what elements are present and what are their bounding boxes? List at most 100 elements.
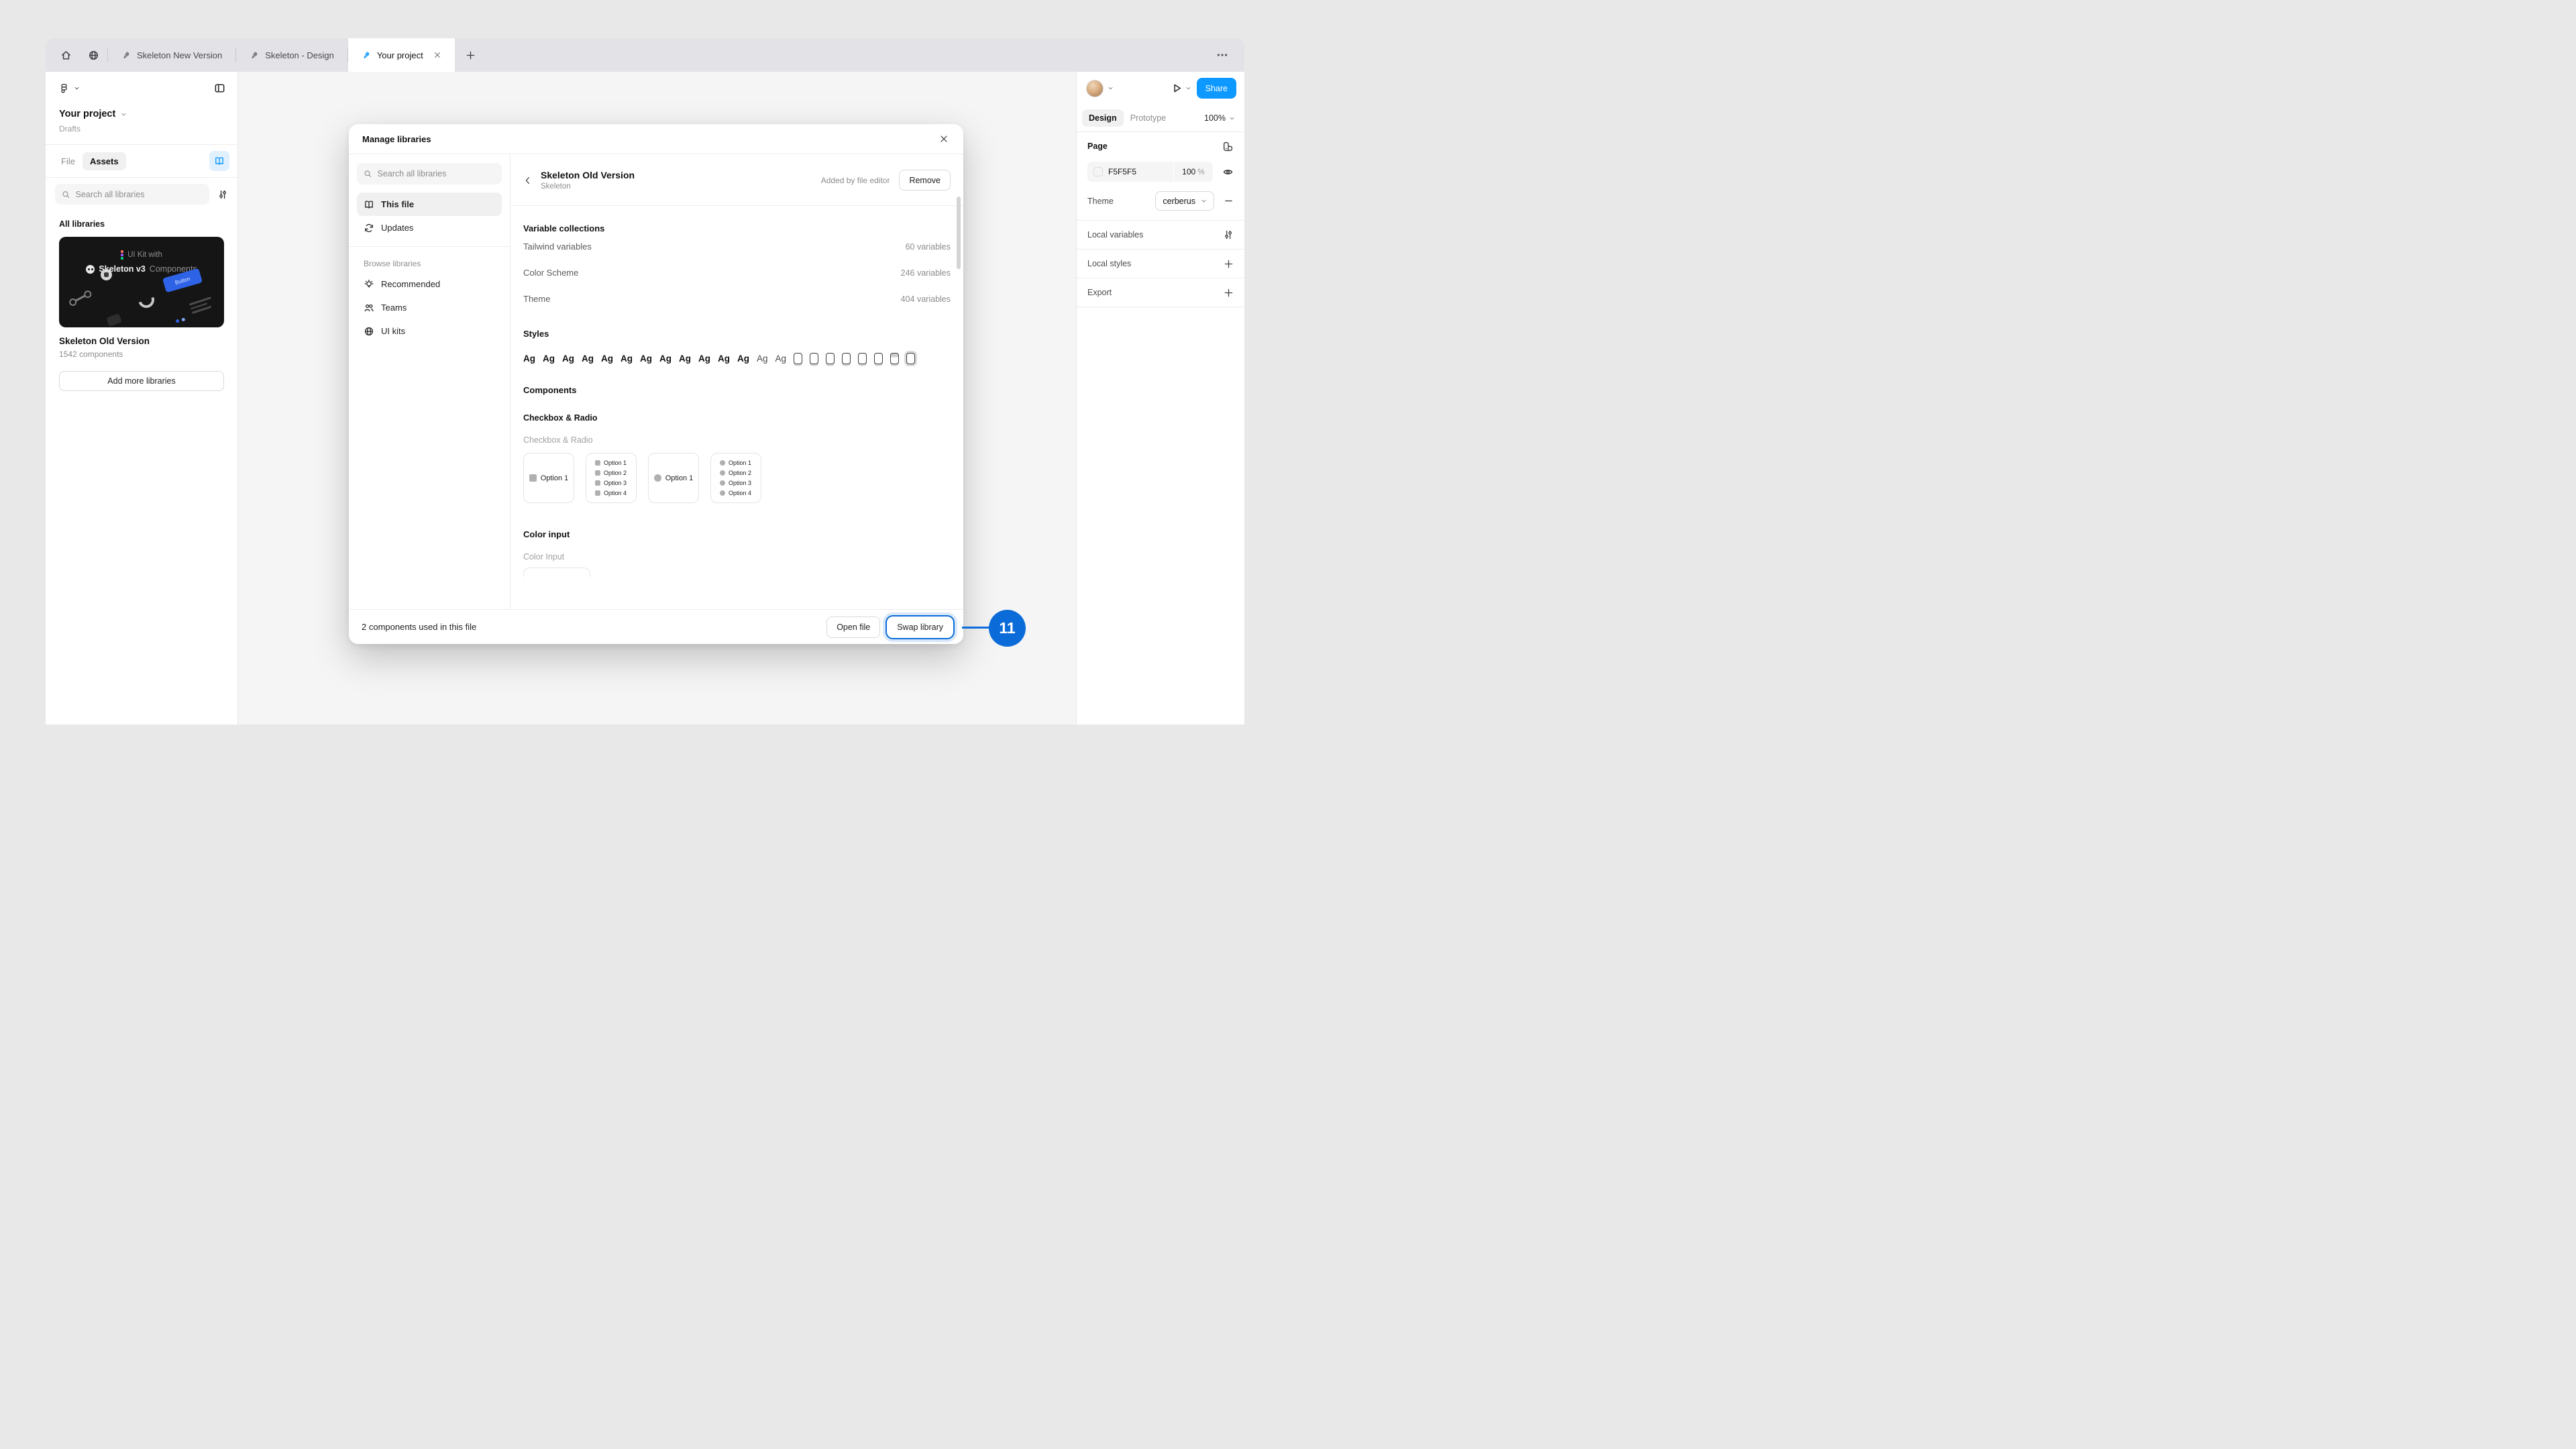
home-button[interactable] — [46, 38, 80, 72]
window-more-button[interactable] — [1200, 38, 1244, 72]
library-search-field[interactable] — [55, 184, 209, 205]
remove-button[interactable]: Remove — [899, 170, 951, 191]
theme-value: cerberus — [1163, 197, 1195, 206]
effect-style-swatch — [858, 353, 867, 364]
collection-count: 60 variables — [906, 242, 951, 252]
theme-row: Theme cerberus — [1077, 189, 1244, 220]
chevron-down-icon[interactable] — [1108, 85, 1114, 91]
chevron-down-icon — [121, 111, 127, 117]
search-icon — [62, 190, 70, 199]
project-title-dropdown[interactable]: Your project — [46, 94, 237, 119]
checkbox-group-component-card[interactable]: Option 1 Option 2 Option 3 Option 4 — [586, 453, 637, 503]
swatch-book-icon[interactable] — [1222, 141, 1234, 152]
nav-item-this-file[interactable]: This file — [357, 193, 502, 216]
dialog-close-button[interactable] — [936, 131, 951, 146]
panel-layout-icon — [214, 83, 225, 94]
color-swatch[interactable] — [1093, 167, 1103, 176]
zoom-level-dropdown[interactable]: 100% — [1204, 113, 1239, 123]
avatar[interactable] — [1086, 80, 1104, 97]
tab-file[interactable]: File — [54, 152, 83, 170]
chevron-down-icon — [1201, 198, 1207, 204]
local-variables-section[interactable]: Local variables — [1077, 221, 1244, 249]
text-style-sample: Ag — [582, 354, 594, 364]
tab-label: Skeleton - Design — [265, 50, 334, 60]
theme-dropdown[interactable]: cerberus — [1155, 191, 1214, 211]
theme-label: Theme — [1087, 197, 1114, 206]
checkbox-glyph — [595, 490, 600, 496]
color-input-component-card[interactable] — [523, 568, 590, 577]
component-group-subtitle: Checkbox & Radio — [523, 435, 951, 445]
main-menu-button[interactable] — [59, 83, 80, 93]
checkbox-component-card[interactable]: Option 1 — [523, 453, 574, 503]
local-styles-section[interactable]: Local styles — [1077, 250, 1244, 278]
library-card-count: 1542 components — [59, 350, 224, 359]
option-label: Option 4 — [604, 490, 627, 496]
toggle-decoration — [68, 289, 93, 307]
globe-icon — [88, 50, 99, 61]
chevron-down-icon[interactable] — [1185, 85, 1191, 91]
canvas-area[interactable]: Manage libraries — [238, 72, 1076, 724]
search-input[interactable] — [76, 190, 203, 199]
text-style-sample: Ag — [640, 354, 652, 364]
community-button[interactable] — [80, 38, 107, 72]
toggle-sidebar-button[interactable] — [214, 83, 225, 94]
libraries-toggle-button[interactable] — [209, 151, 229, 171]
radio-component-card[interactable]: Option 1 — [648, 453, 699, 503]
text-style-sample: Ag — [718, 354, 730, 364]
tab-label: Skeleton New Version — [137, 50, 222, 60]
close-icon — [433, 51, 441, 59]
figma-file-icon — [250, 50, 259, 60]
tab-prototype[interactable]: Prototype — [1124, 109, 1173, 127]
collection-label: Theme — [523, 294, 550, 304]
tab-skeleton-new-version[interactable]: Skeleton New Version — [108, 38, 235, 72]
radio-glyph — [720, 460, 725, 466]
nav-item-recommended[interactable]: Recommended — [357, 272, 502, 296]
variables-sliders-icon[interactable] — [1223, 229, 1234, 240]
text-style-sample: Ag — [757, 354, 768, 364]
tab-your-project[interactable]: Your project — [348, 38, 455, 72]
add-more-libraries-button[interactable]: Add more libraries — [59, 371, 224, 391]
library-detail-scroll[interactable]: Variable collections Tailwind variables … — [511, 207, 963, 609]
option-label: Option 1 — [729, 460, 751, 466]
tab-design[interactable]: Design — [1082, 109, 1124, 127]
back-button[interactable] — [523, 176, 533, 185]
dialog-search-input[interactable] — [378, 169, 495, 178]
new-tab-button[interactable] — [455, 38, 486, 72]
share-button[interactable]: Share — [1197, 78, 1236, 99]
dialog-scrollbar[interactable] — [957, 197, 961, 269]
search-icon — [364, 169, 372, 178]
page-opacity-field[interactable]: 100 % — [1174, 162, 1213, 182]
swap-library-button[interactable]: Swap library — [887, 616, 953, 638]
radio-group-component-card[interactable]: Option 1 Option 2 Option 3 Option 4 — [710, 453, 761, 503]
effect-style-swatch — [810, 353, 818, 364]
page-color-field[interactable]: F5F5F5 — [1087, 162, 1173, 182]
nav-item-teams[interactable]: Teams — [357, 296, 502, 319]
plus-icon[interactable] — [1224, 288, 1234, 298]
tab-skeleton-design[interactable]: Skeleton - Design — [236, 38, 347, 72]
library-title: Skeleton Old Version — [541, 170, 635, 180]
tab-assets[interactable]: Assets — [83, 152, 126, 170]
step-number-badge: 11 — [989, 610, 1026, 647]
remove-theme-icon[interactable] — [1224, 196, 1234, 206]
nav-item-ui-kits[interactable]: UI kits — [357, 319, 502, 343]
collection-label: Tailwind variables — [523, 241, 592, 252]
visibility-eye-icon[interactable] — [1222, 166, 1234, 178]
library-card[interactable]: UI Kit with Skeleton v3 Components Butto… — [59, 237, 224, 359]
color-hex-value: F5F5F5 — [1108, 167, 1136, 176]
nav-item-updates[interactable]: Updates — [357, 216, 502, 239]
export-section[interactable]: Export — [1077, 278, 1244, 307]
filter-sliders-icon[interactable] — [217, 189, 228, 200]
manage-libraries-dialog: Manage libraries — [349, 124, 963, 644]
open-file-button[interactable]: Open file — [826, 616, 880, 638]
variable-collections-heading: Variable collections — [523, 223, 951, 233]
present-play-icon[interactable] — [1171, 83, 1183, 94]
annotation-connector-line — [962, 627, 991, 629]
top-tab-bar: Skeleton New Version Skeleton - Design Y… — [46, 38, 1244, 72]
plus-icon[interactable] — [1224, 259, 1234, 269]
chevron-down-icon — [1229, 115, 1235, 121]
dialog-search-field[interactable] — [357, 163, 502, 184]
variable-collection-row: Color Scheme 246 variables — [523, 260, 951, 286]
close-tab-button[interactable] — [433, 51, 441, 59]
text-style-sample: Ag — [523, 354, 535, 364]
right-panel: Share Design Prototype 100% Page — [1076, 72, 1244, 724]
